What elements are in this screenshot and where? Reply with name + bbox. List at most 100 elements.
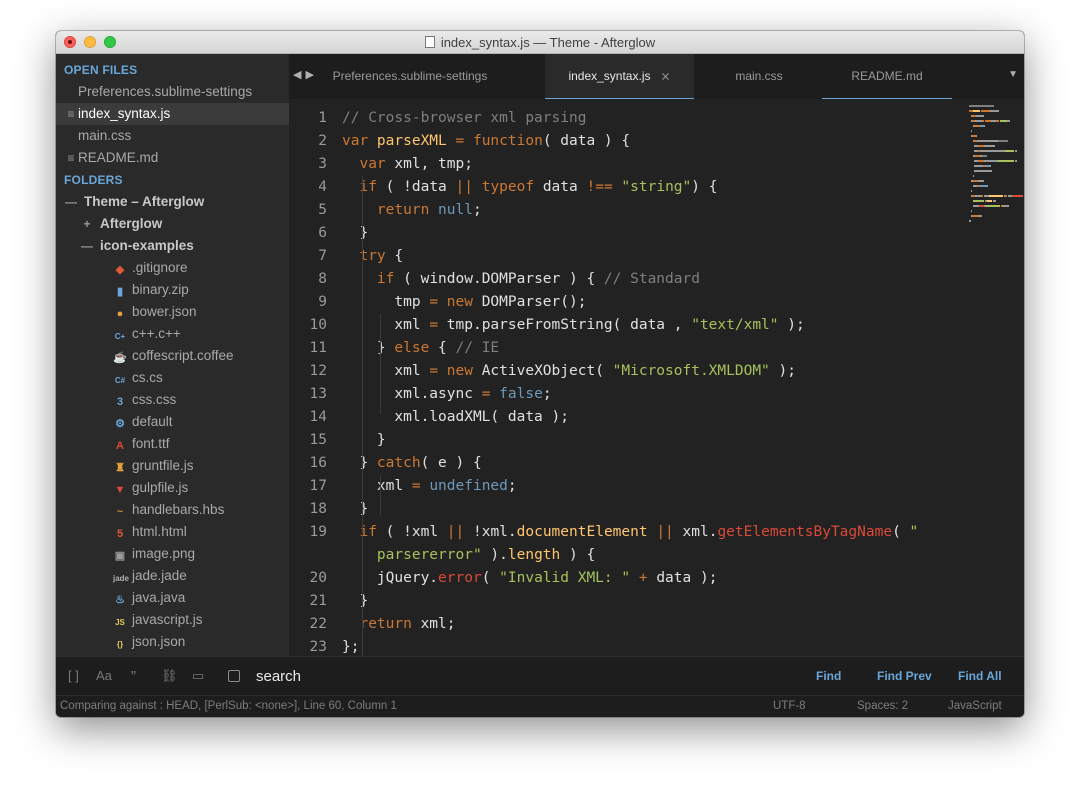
file-item[interactable]: ▮ binary.zip: [56, 279, 289, 301]
code-token: undefined: [429, 478, 508, 494]
tab-preferences[interactable]: Preferences.sublime-settings: [325, 54, 495, 98]
tab-main-css[interactable]: main.css: [694, 54, 824, 98]
file-item[interactable]: C+ c++.c++: [56, 323, 289, 345]
file-label: image.png: [132, 546, 196, 561]
file-label: font.ttf: [132, 436, 170, 451]
regex-toggle-icon[interactable]: [ ]: [68, 668, 79, 683]
file-item[interactable]: ● bower.json: [56, 301, 289, 323]
minimap-segment: [971, 210, 972, 212]
in-selection-toggle-icon[interactable]: ▭: [192, 668, 204, 684]
code-line: jQuery.error( "Invalid XML: " + data );: [342, 567, 718, 590]
find-prev-button[interactable]: Find Prev: [877, 669, 932, 683]
tab-dropdown-icon[interactable]: ▼: [1008, 69, 1018, 80]
tab-readme[interactable]: README.md: [822, 54, 952, 99]
code-token: }: [342, 225, 369, 241]
file-item[interactable]: ▣ image.png: [56, 543, 289, 565]
search-input[interactable]: [256, 665, 776, 687]
code-line: }: [342, 429, 386, 452]
line-number: 11: [309, 340, 327, 356]
tab-index-syntax[interactable]: index_syntax.js ⨯: [545, 54, 694, 99]
code-token: try: [359, 248, 395, 264]
file-item[interactable]: C# cs.cs: [56, 367, 289, 389]
code-token: data );: [656, 570, 718, 586]
code-token: ( data ) {: [542, 133, 631, 149]
minimap-segment: [969, 105, 994, 107]
minimap-segment: [984, 160, 998, 162]
file-label: javascript.js: [132, 612, 203, 627]
file-label: jade.jade: [132, 568, 187, 583]
line-number: 14: [309, 409, 327, 425]
open-file-item[interactable]: ≡ index_syntax.js: [56, 103, 289, 125]
collapse-icon[interactable]: —: [80, 235, 94, 257]
minimap-segment: [982, 155, 987, 157]
js-icon: JS: [115, 618, 125, 627]
find-button[interactable]: Find: [816, 669, 841, 683]
expand-icon[interactable]: +: [80, 213, 94, 235]
grunt-icon: ♜: [115, 462, 125, 474]
status-encoding[interactable]: UTF-8: [773, 696, 806, 716]
file-item[interactable]: jade jade.jade: [56, 565, 289, 587]
code-token: }: [342, 455, 377, 471]
file-item[interactable]: ~ handlebars.hbs: [56, 499, 289, 521]
code-token: !==: [586, 179, 613, 195]
code-token: (: [481, 570, 500, 586]
open-file-item[interactable]: main.css: [56, 125, 289, 147]
code-line: tmp = new DOMParser();: [342, 291, 586, 314]
file-item[interactable]: ♨ java.java: [56, 587, 289, 609]
folder-item[interactable]: — Theme – Afterglow: [56, 191, 289, 213]
case-sensitive-toggle-icon[interactable]: Aa: [96, 668, 112, 683]
wrap-toggle-icon[interactable]: ⛓: [161, 668, 178, 684]
code-line: // Cross-browser xml parsing: [342, 107, 586, 130]
tab-nav-arrows[interactable]: ◀▶: [293, 68, 318, 81]
file-item[interactable]: 3 css.css: [56, 389, 289, 411]
file-label: gulpfile.js: [132, 480, 189, 495]
status-syntax[interactable]: JavaScript: [948, 696, 1002, 716]
open-file-label: main.css: [78, 128, 132, 143]
open-files-header: OPEN FILES: [64, 63, 138, 77]
minimap-segment: [990, 165, 991, 167]
minimap-segment: [1012, 195, 1023, 197]
minimap[interactable]: [969, 105, 1023, 235]
code-token: return: [359, 616, 421, 632]
file-item[interactable]: Afont.ttf: [56, 433, 289, 455]
highlight-matches-checkbox[interactable]: [228, 670, 240, 682]
code-token: typeof: [472, 179, 543, 195]
open-file-item[interactable]: ≡ README.md: [56, 147, 289, 169]
code-token: function: [472, 133, 543, 149]
file-item[interactable]: {} json.json: [56, 631, 289, 653]
file-label: cs.cs: [132, 370, 163, 385]
file-item[interactable]: ♜ gruntfile.js: [56, 455, 289, 477]
line-number: 6: [318, 225, 327, 241]
code-token: xml.: [673, 524, 718, 540]
code-editor[interactable]: 1 2 3 4 5 6 7 8 9 10 11 12 13 14 15 16 17 18 19 20 21 22 23 //…: [289, 99, 1024, 656]
collapse-icon[interactable]: —: [64, 191, 78, 213]
image-icon: ▣: [114, 550, 126, 562]
code-line: parsererror" ).length ) {: [342, 544, 595, 567]
status-bar: Comparing against : HEAD, [PerlSub: <non…: [56, 695, 1024, 717]
status-indentation[interactable]: Spaces: 2: [857, 696, 908, 716]
find-all-button[interactable]: Find All: [958, 669, 1002, 683]
close-tab-icon[interactable]: ⨯: [660, 69, 670, 83]
file-label: handlebars.hbs: [132, 502, 225, 517]
file-item[interactable]: ☕ coffescript.coffee: [56, 345, 289, 367]
minimap-segment: [1015, 160, 1017, 162]
open-file-item[interactable]: Preferences.sublime-settings: [56, 81, 289, 103]
file-item[interactable]: 5 html.html: [56, 521, 289, 543]
code-token: var: [359, 156, 395, 172]
file-item[interactable]: ▼ gulpfile.js: [56, 477, 289, 499]
minimap-segment: [989, 195, 1003, 197]
minimap-segment: [998, 160, 1014, 162]
minimap-segment: [987, 185, 988, 187]
folder-item[interactable]: + Afterglow: [56, 213, 289, 235]
code-line: xml = new ActiveXObject( "Microsoft.XMLD…: [342, 360, 796, 383]
line-number: 10: [309, 317, 327, 333]
line-number: 4: [318, 179, 327, 195]
file-item[interactable]: JS javascript.js: [56, 609, 289, 631]
file-item[interactable]: ⚙ default: [56, 411, 289, 433]
folder-item[interactable]: — icon-examples: [56, 235, 289, 257]
line-number: 21: [309, 593, 327, 609]
whole-word-toggle-icon[interactable]: ”: [131, 668, 136, 685]
file-item[interactable]: ◆ .gitignore: [56, 257, 289, 279]
code-line: var parseXML = function( data ) {: [342, 130, 630, 153]
